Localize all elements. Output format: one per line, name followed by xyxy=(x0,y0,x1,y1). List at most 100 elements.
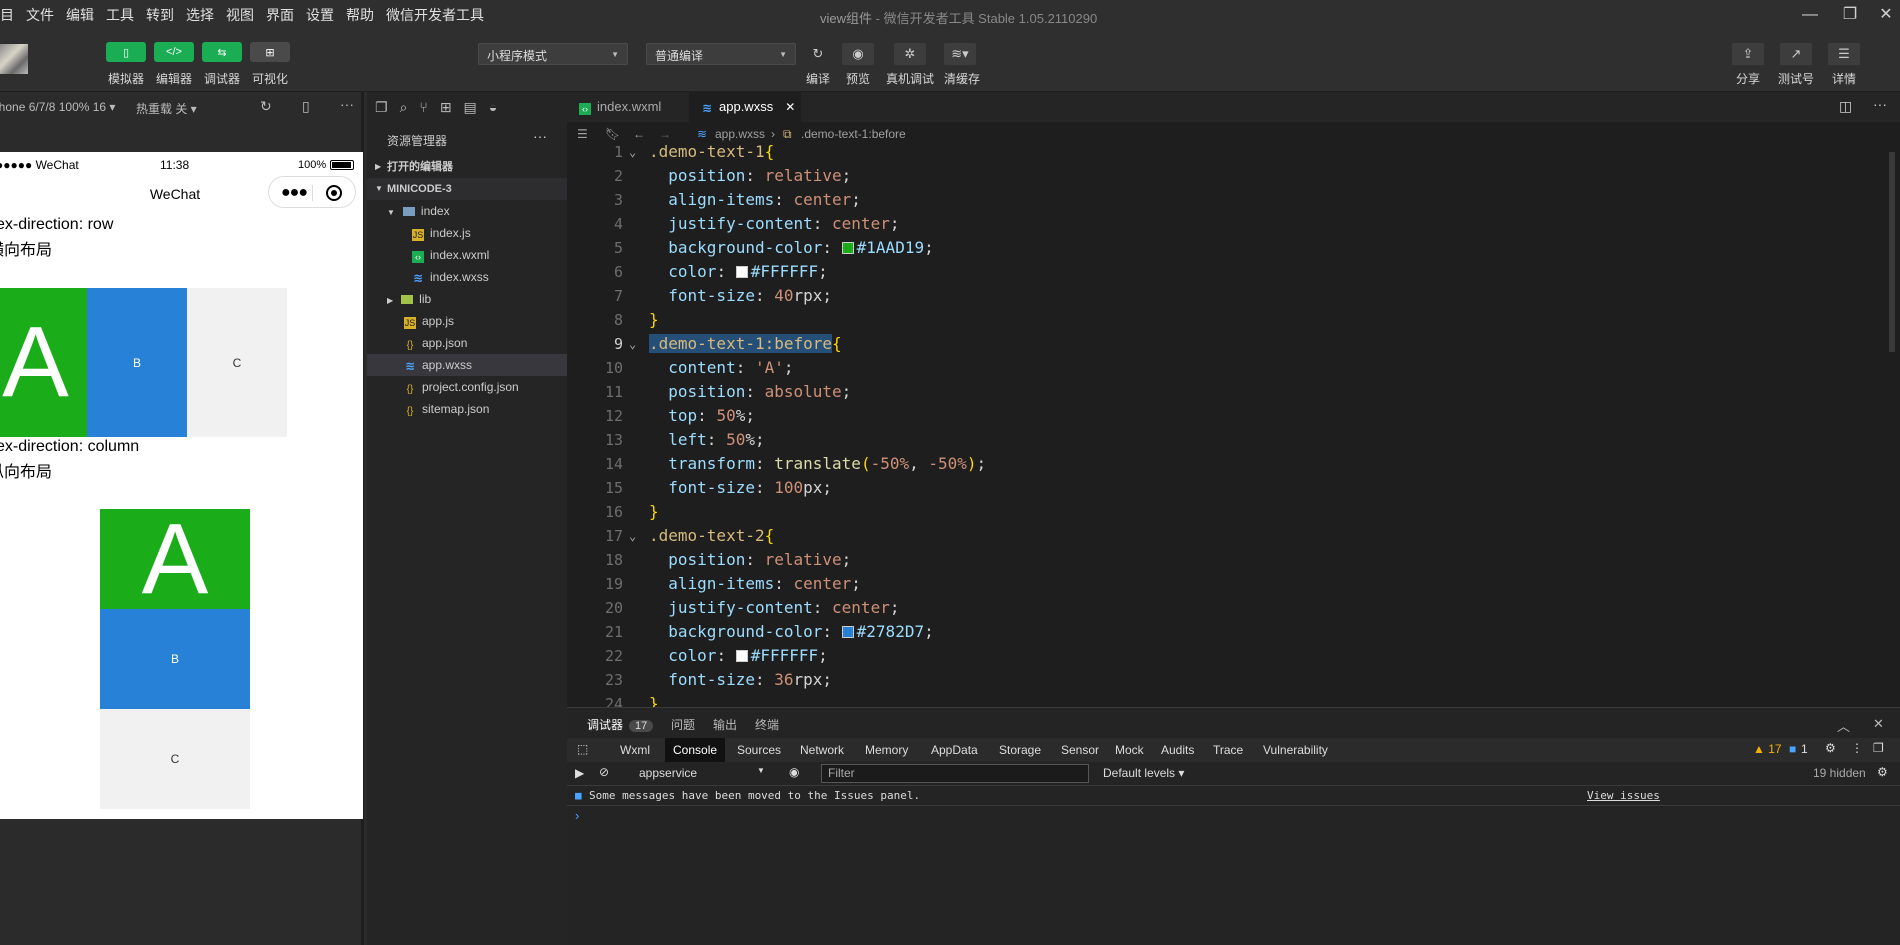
remote-debug-button[interactable]: ✲ xyxy=(894,43,926,65)
tree-file-project-config[interactable]: {} project.config.json xyxy=(367,376,567,398)
details-button[interactable]: ☰ xyxy=(1828,43,1860,65)
menu-capsule[interactable]: ●●● xyxy=(268,176,356,208)
more-icon[interactable]: ··· xyxy=(340,96,354,112)
compile-select[interactable]: 普通编译 ▼ xyxy=(646,43,796,65)
kebab-menu-icon[interactable]: ⋮ xyxy=(1851,741,1863,755)
devtab-network[interactable]: Network xyxy=(792,738,852,762)
console-filter-input[interactable]: Filter xyxy=(821,764,1089,783)
extensions-icon[interactable]: ⊞ xyxy=(440,99,452,116)
close-window-icon[interactable]: ✕ xyxy=(1866,4,1900,26)
devtab-appdata[interactable]: AppData xyxy=(923,738,986,762)
levels-select[interactable]: Default levels ▾ xyxy=(1103,766,1184,780)
mode-select[interactable]: 小程序模式 ▼ xyxy=(478,43,628,65)
fold-chevron-icon[interactable]: ⌄ xyxy=(629,332,636,356)
menu-help[interactable]: 帮助 xyxy=(346,5,374,25)
debugger-toggle-button[interactable]: ⇆ xyxy=(202,42,242,62)
devtab-sources[interactable]: Sources xyxy=(729,738,789,762)
restore-icon[interactable]: ❐ xyxy=(1830,4,1870,26)
devtab-console[interactable]: Console xyxy=(665,738,726,762)
eye-icon[interactable]: ◉ xyxy=(789,765,799,779)
rotate-icon[interactable]: ↻ xyxy=(260,98,272,115)
more-dots-icon[interactable]: ●●● xyxy=(281,184,308,202)
tree-file-index-wxml[interactable]: ‹› index.wxml xyxy=(367,244,567,266)
tree-folder-index[interactable]: ▼ index xyxy=(367,200,567,222)
settings-icon[interactable]: ⚙ xyxy=(1877,765,1888,779)
context-select[interactable]: appservice xyxy=(639,766,697,780)
source-control-icon[interactable]: ⑂ xyxy=(419,99,427,115)
settings-icon[interactable]: ⚙ xyxy=(1825,741,1836,755)
warning-count[interactable]: ▲ 17 xyxy=(1753,742,1782,756)
panel-tab-problems[interactable]: 问题 xyxy=(671,716,695,733)
menu-interface[interactable]: 界面 xyxy=(266,5,294,25)
menu-select[interactable]: 选择 xyxy=(186,5,214,25)
clear-console-icon[interactable]: ⊘ xyxy=(599,765,609,779)
sidebar-toggle-icon[interactable]: ▶ xyxy=(575,766,584,780)
devtab-audits[interactable]: Audits xyxy=(1153,738,1202,762)
devtab-mock[interactable]: Mock xyxy=(1107,738,1152,762)
code-area[interactable]: 1 ⌄ .demo-text-1{2 position: relative; 3 al… xyxy=(567,142,1900,713)
message-count[interactable]: 1 xyxy=(1801,742,1808,756)
devtab-wxml[interactable]: Wxml xyxy=(612,738,658,762)
devtab-sensor[interactable]: Sensor xyxy=(1053,738,1107,762)
editor-toggle-button[interactable]: </> xyxy=(154,42,194,62)
tree-file-app-wxss[interactable]: ≋ app.wxss xyxy=(367,354,567,376)
tree-file-index-wxss[interactable]: ≋ index.wxss xyxy=(367,266,567,288)
view-issues-link[interactable]: View issues xyxy=(1587,786,1660,806)
project-section[interactable]: ▼ MINICODE-3 xyxy=(367,178,567,200)
menu-tools[interactable]: 工具 xyxy=(106,5,134,25)
preview-button[interactable]: ◉ xyxy=(842,43,874,65)
search-icon[interactable]: ⌕ xyxy=(400,99,408,116)
menu-edit[interactable]: 编辑 xyxy=(66,5,94,25)
tree-file-app-json[interactable]: {} app.json xyxy=(367,332,567,354)
panel-tab-debugger[interactable]: 调试器 17 xyxy=(587,716,654,733)
cloud-icon[interactable]: ▤ xyxy=(464,99,477,116)
line-number: 11 xyxy=(604,383,623,401)
simulator-toggle-button[interactable]: ▯ xyxy=(106,42,146,62)
debug-whale-icon[interactable]: ◒ xyxy=(489,99,497,115)
share-button[interactable]: ⇪ xyxy=(1732,43,1764,65)
tab-index-wxml[interactable]: ‹› index.wxml xyxy=(567,92,689,122)
menu-file[interactable]: 文件 xyxy=(26,5,54,25)
tree-file-sitemap[interactable]: {} sitemap.json xyxy=(367,398,567,420)
menu-view[interactable]: 视图 xyxy=(226,5,254,25)
tab-app-wxss[interactable]: ≋ app.wxss ✕ xyxy=(689,92,801,122)
breadcrumb-symbol[interactable]: .demo-text-1:before xyxy=(801,122,906,146)
visual-toggle-button[interactable]: ⊞ xyxy=(250,42,290,62)
devtab-storage[interactable]: Storage xyxy=(991,738,1049,762)
devtab-trace[interactable]: Trace xyxy=(1205,738,1251,762)
devtab-vulnerability[interactable]: Vulnerability xyxy=(1255,738,1336,762)
files-icon[interactable]: ❐ xyxy=(375,99,388,116)
more-icon[interactable]: ··· xyxy=(533,128,547,144)
device-select[interactable]: iPhone 6/7/8 100% 16 ▾ xyxy=(0,100,115,114)
scrollbar-thumb[interactable] xyxy=(1889,152,1895,352)
fold-chevron-icon[interactable]: ⌄ xyxy=(629,140,636,164)
open-editors-section[interactable]: ▶ 打开的编辑器 xyxy=(367,156,567,178)
hot-reload-select[interactable]: 热重载 关 ▾ xyxy=(136,100,197,117)
compile-button[interactable]: ↻ xyxy=(802,43,834,65)
test-account-button[interactable]: ↗ xyxy=(1780,43,1812,65)
menu-goto[interactable]: 转到 xyxy=(146,5,174,25)
undock-icon[interactable]: ❐ xyxy=(1873,741,1884,755)
tree-file-app-js[interactable]: JS app.js xyxy=(367,310,567,332)
split-editor-icon[interactable]: ◫ xyxy=(1839,98,1852,115)
tree-file-index-js[interactable]: JS index.js xyxy=(367,222,567,244)
panel-tab-terminal[interactable]: 终端 xyxy=(755,716,779,733)
panel-tab-output[interactable]: 输出 xyxy=(713,716,737,733)
tree-folder-lib[interactable]: ▶ lib xyxy=(367,288,567,310)
close-tab-icon[interactable]: ✕ xyxy=(785,100,795,114)
close-miniprogram-icon[interactable] xyxy=(326,185,342,201)
close-panel-icon[interactable]: ✕ xyxy=(1873,716,1884,732)
chevron-up-icon[interactable]: ︿ xyxy=(1837,716,1850,735)
menu-project[interactable]: 项目 xyxy=(0,5,14,25)
devtab-memory[interactable]: Memory xyxy=(857,738,916,762)
more-icon[interactable]: ··· xyxy=(1873,96,1887,112)
console-prompt-icon[interactable]: › xyxy=(575,808,579,823)
clear-cache-button[interactable]: ≋▾ xyxy=(944,43,976,65)
inspect-icon[interactable]: ⬚ xyxy=(577,742,588,756)
minimize-icon[interactable]: — xyxy=(1790,4,1830,26)
fold-chevron-icon[interactable]: ⌄ xyxy=(629,524,636,548)
menu-settings[interactable]: 设置 xyxy=(306,5,334,25)
device-icon[interactable]: ▯ xyxy=(302,98,310,115)
avatar[interactable] xyxy=(0,44,28,74)
menu-devtools[interactable]: 微信开发者工具 xyxy=(386,5,484,25)
